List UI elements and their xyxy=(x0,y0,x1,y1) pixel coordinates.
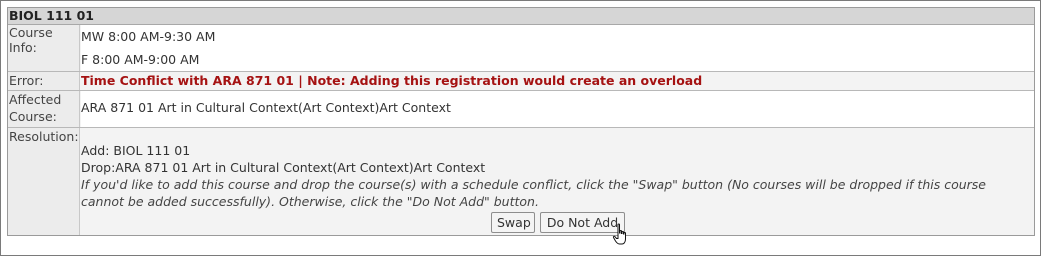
registration-conflict-panel: BIOL 111 01 Course Info: MW 8:00 AM-9:30… xyxy=(7,7,1035,236)
hand-pointer-icon xyxy=(612,223,626,245)
conflict-dialog: BIOL 111 01 Course Info: MW 8:00 AM-9:30… xyxy=(0,0,1041,256)
error-row: Error: Time Conflict with ARA 871 01 | N… xyxy=(8,72,1034,91)
affected-label-line1: Affected xyxy=(9,92,62,107)
error-message: Time Conflict with ARA 871 01 | Note: Ad… xyxy=(81,73,703,88)
affected-course-row: Affected Course: ARA 871 01 Art in Cultu… xyxy=(8,91,1034,128)
resolution-value: Add: BIOL 111 01 Drop:ARA 871 01 Art in … xyxy=(81,128,1034,235)
resolution-label: Resolution: xyxy=(8,128,80,235)
drop-line: Drop:ARA 871 01 Art in Cultural Context(… xyxy=(81,160,486,175)
add-line: Add: BIOL 111 01 xyxy=(81,143,191,158)
course-info-label: Course Info: xyxy=(8,25,80,71)
course-title: BIOL 111 01 xyxy=(9,8,94,23)
meeting-time-2: F 8:00 AM-9:00 AM xyxy=(81,52,200,67)
meeting-time-1: MW 8:00 AM-9:30 AM xyxy=(81,29,216,44)
resolution-instructions: If you'd like to add this course and dro… xyxy=(81,177,986,209)
affected-course-label: Affected Course: xyxy=(8,91,80,127)
course-info-value: MW 8:00 AM-9:30 AM F 8:00 AM-9:00 AM xyxy=(81,25,1034,71)
affected-label-line2: Course: xyxy=(9,109,57,124)
resolution-row: Resolution: Add: BIOL 111 01 Drop:ARA 87… xyxy=(8,128,1034,235)
affected-course-text: ARA 871 01 Art in Cultural Context(Art C… xyxy=(81,100,451,115)
course-header: BIOL 111 01 xyxy=(8,8,1034,25)
swap-button[interactable]: Swap xyxy=(491,212,535,233)
affected-course-value: ARA 871 01 Art in Cultural Context(Art C… xyxy=(81,91,1034,127)
course-info-row: Course Info: MW 8:00 AM-9:30 AM F 8:00 A… xyxy=(8,25,1034,72)
error-value: Time Conflict with ARA 871 01 | Note: Ad… xyxy=(81,72,1034,90)
error-label: Error: xyxy=(8,72,80,90)
